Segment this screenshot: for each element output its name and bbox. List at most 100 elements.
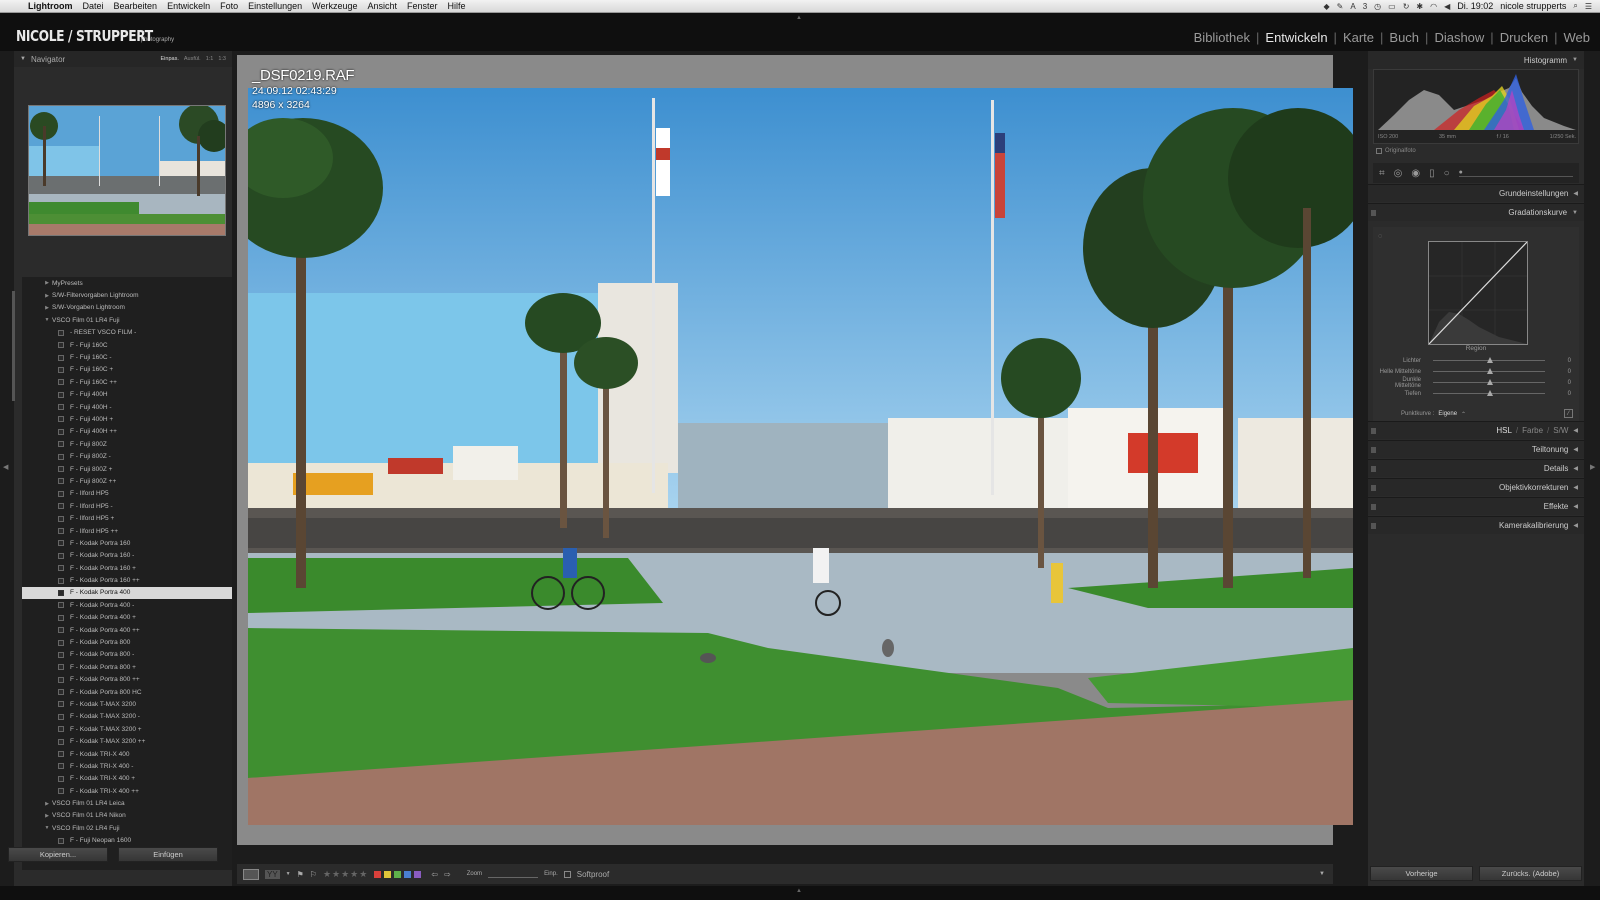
expand-triangle-icon[interactable]: ◀ bbox=[1573, 427, 1578, 434]
preset-item[interactable]: F - Ilford HP5 ++ bbox=[22, 525, 232, 537]
zoom-fit-option[interactable]: Einpas. bbox=[161, 56, 179, 62]
slider-track[interactable] bbox=[1433, 357, 1545, 363]
expand-triangle-icon[interactable]: ◀ bbox=[1573, 484, 1578, 491]
loupe-view-icon[interactable] bbox=[243, 868, 259, 880]
paste-settings-button[interactable]: Einfügen bbox=[118, 847, 218, 862]
left-panel-toggle-icon[interactable]: ◀ bbox=[3, 463, 8, 471]
panel-switch-icon[interactable] bbox=[1371, 465, 1376, 472]
preset-item[interactable]: F - Fuji 800Z - bbox=[22, 450, 232, 462]
collapse-triangle-icon[interactable]: ▼ bbox=[20, 56, 26, 62]
adjustment-brush-icon[interactable]: ● bbox=[1458, 169, 1573, 177]
label-red-swatch[interactable] bbox=[374, 870, 382, 878]
preset-item[interactable]: F - Fuji 800Z + bbox=[22, 463, 232, 475]
expand-triangle-icon[interactable]: ◀ bbox=[1573, 522, 1578, 529]
edit-point-curve-icon[interactable]: ⁄ bbox=[1564, 409, 1573, 418]
preset-item[interactable]: F - Kodak Portra 400 ++ bbox=[22, 624, 232, 636]
graduated-filter-icon[interactable]: ▯ bbox=[1429, 168, 1435, 179]
menubar-user[interactable]: nicole strupperts bbox=[1500, 1, 1566, 11]
slider-knob[interactable] bbox=[1487, 379, 1493, 385]
module-web[interactable]: Web bbox=[1558, 30, 1597, 45]
preset-item[interactable]: F - Kodak Portra 400 + bbox=[22, 612, 232, 624]
slider-value[interactable]: 0 bbox=[1568, 380, 1571, 386]
preset-folder[interactable]: ▶ MyPresets bbox=[22, 277, 232, 289]
preset-item[interactable]: F - Kodak Portra 800 HC bbox=[22, 686, 232, 698]
tab-sw[interactable]: S/W bbox=[1553, 426, 1568, 435]
label-yellow-swatch[interactable] bbox=[384, 870, 392, 878]
section-kamerakalibrierung[interactable]: Kamerakalibrierung ◀ bbox=[1368, 516, 1584, 534]
preset-item[interactable]: F - Fuji 400H + bbox=[22, 413, 232, 425]
preset-item[interactable]: F - Fuji 160C ++ bbox=[22, 376, 232, 388]
slider-tiefen[interactable]: Tiefen 0 bbox=[1377, 388, 1575, 399]
preset-item[interactable]: F - Fuji 400H ++ bbox=[22, 426, 232, 438]
panel-switch-icon[interactable] bbox=[1371, 427, 1376, 434]
module-entwickeln[interactable]: Entwickeln bbox=[1259, 30, 1333, 45]
preset-folder[interactable]: ▶ VSCO Film 01 LR4 Leica bbox=[22, 797, 232, 809]
expand-triangle-icon[interactable]: ◀ bbox=[1573, 465, 1578, 472]
section-objektivkorrekturen[interactable]: Objektivkorrekturen ◀ bbox=[1368, 478, 1584, 496]
slider-track[interactable] bbox=[1433, 379, 1545, 385]
preset-item[interactable]: F - Kodak Portra 800 bbox=[22, 636, 232, 648]
preset-item[interactable]: F - Ilford HP5 - bbox=[22, 500, 232, 512]
preset-item[interactable]: F - Fuji 800Z ++ bbox=[22, 475, 232, 487]
menu-hilfe[interactable]: Hilfe bbox=[448, 1, 466, 11]
preset-item[interactable]: F - Kodak T-MAX 3200 bbox=[22, 698, 232, 710]
preset-item[interactable]: - RESET VSCO FILM - bbox=[22, 327, 232, 339]
preset-item[interactable]: F - Kodak TRI-X 400 bbox=[22, 748, 232, 760]
menu-app-name[interactable]: Lightroom bbox=[28, 1, 73, 11]
wifi-icon[interactable]: ◠ bbox=[1430, 2, 1437, 11]
slider-value[interactable]: 0 bbox=[1568, 369, 1571, 375]
panel-switch-icon[interactable] bbox=[1371, 209, 1376, 216]
slider-dunkle-mitteltoene[interactable]: Dunkle Mitteltöne 0 bbox=[1377, 377, 1575, 389]
point-curve-value[interactable]: Eigene bbox=[1438, 411, 1457, 418]
preset-item[interactable]: F - Fuji 400H - bbox=[22, 401, 232, 413]
menubar-clock[interactable]: Di. 19:02 bbox=[1457, 1, 1493, 11]
before-after-dropdown-icon[interactable]: ▼ bbox=[286, 871, 291, 877]
label-purple-swatch[interactable] bbox=[414, 870, 422, 878]
module-buch[interactable]: Buch bbox=[1383, 30, 1425, 45]
notification-list-icon[interactable]: ☰ bbox=[1585, 2, 1592, 11]
flag-pick-icon[interactable]: ⚑ bbox=[297, 870, 304, 879]
histogram-graph[interactable]: ISO 200 35 mm f / 16 1/250 Sek. bbox=[1373, 69, 1579, 144]
preset-item[interactable]: F - Kodak TRI-X 400 ++ bbox=[22, 785, 232, 797]
preset-folder[interactable]: ▼ VSCO Film 01 LR4 Fuji bbox=[22, 314, 232, 326]
point-curve-selector[interactable]: Punktkurve : Eigene ⌃ bbox=[1401, 411, 1466, 418]
slider-value[interactable]: 0 bbox=[1568, 358, 1571, 364]
spotlight-search-icon[interactable]: ⌕ bbox=[1573, 1, 1577, 11]
volume-icon[interactable]: ◀ bbox=[1444, 2, 1450, 11]
menu-einstellungen[interactable]: Einstellungen bbox=[248, 1, 302, 11]
menu-bearbeiten[interactable]: Bearbeiten bbox=[114, 1, 158, 11]
menu-fenster[interactable]: Fenster bbox=[407, 1, 438, 11]
menu-entwickeln[interactable]: Entwickeln bbox=[167, 1, 210, 11]
original-photo-checkbox[interactable] bbox=[1376, 148, 1382, 154]
spot-removal-icon[interactable]: ◎ bbox=[1394, 168, 1403, 179]
preset-item[interactable]: F - Kodak T-MAX 3200 - bbox=[22, 711, 232, 723]
previous-settings-button[interactable]: Vorherige bbox=[1370, 866, 1473, 881]
expand-triangle-icon[interactable]: ◀ bbox=[1573, 446, 1578, 453]
preset-folder[interactable]: ▼ VSCO Film 02 LR4 Fuji bbox=[22, 822, 232, 834]
preset-item[interactable]: F - Fuji 400H bbox=[22, 389, 232, 401]
slider-value[interactable]: 0 bbox=[1568, 391, 1571, 397]
sync-icon[interactable]: ↻ bbox=[1403, 2, 1410, 11]
dropbox-icon[interactable]: ◆ bbox=[1324, 2, 1330, 11]
flag-reject-icon[interactable]: ⚐ bbox=[310, 870, 317, 879]
expand-triangle-icon[interactable]: ◀ bbox=[1573, 503, 1578, 510]
original-photo-toggle[interactable]: Originalfoto bbox=[1376, 148, 1416, 154]
module-karte[interactable]: Karte bbox=[1337, 30, 1380, 45]
display-icon[interactable]: ▭ bbox=[1388, 2, 1396, 11]
zoom-slider[interactable] bbox=[488, 876, 539, 878]
preset-item[interactable]: F - Ilford HP5 + bbox=[22, 512, 232, 524]
slider-track[interactable] bbox=[1433, 390, 1545, 396]
histogram-header[interactable]: Histogramm ▼ bbox=[1368, 51, 1584, 69]
preset-item[interactable]: F - Kodak TRI-X 400 + bbox=[22, 773, 232, 785]
top-panel-toggle-icon[interactable]: ▲ bbox=[796, 15, 802, 21]
star-rating[interactable]: ★★★★★ bbox=[323, 869, 368, 880]
expand-triangle-icon[interactable]: ◀ bbox=[1573, 190, 1578, 197]
time-machine-icon[interactable]: ◷ bbox=[1374, 2, 1381, 11]
slider-knob[interactable] bbox=[1487, 357, 1493, 363]
zoom-1-1-option[interactable]: 1:1 bbox=[206, 56, 214, 62]
menu-ansicht[interactable]: Ansicht bbox=[368, 1, 398, 11]
toolbar-options-icon[interactable]: ▼ bbox=[1319, 871, 1325, 877]
slider-knob[interactable] bbox=[1487, 368, 1493, 374]
next-photo-icon[interactable]: ⇨ bbox=[444, 870, 451, 879]
slider-helle-mitteltoene[interactable]: Helle Mitteltöne 0 bbox=[1377, 366, 1575, 377]
